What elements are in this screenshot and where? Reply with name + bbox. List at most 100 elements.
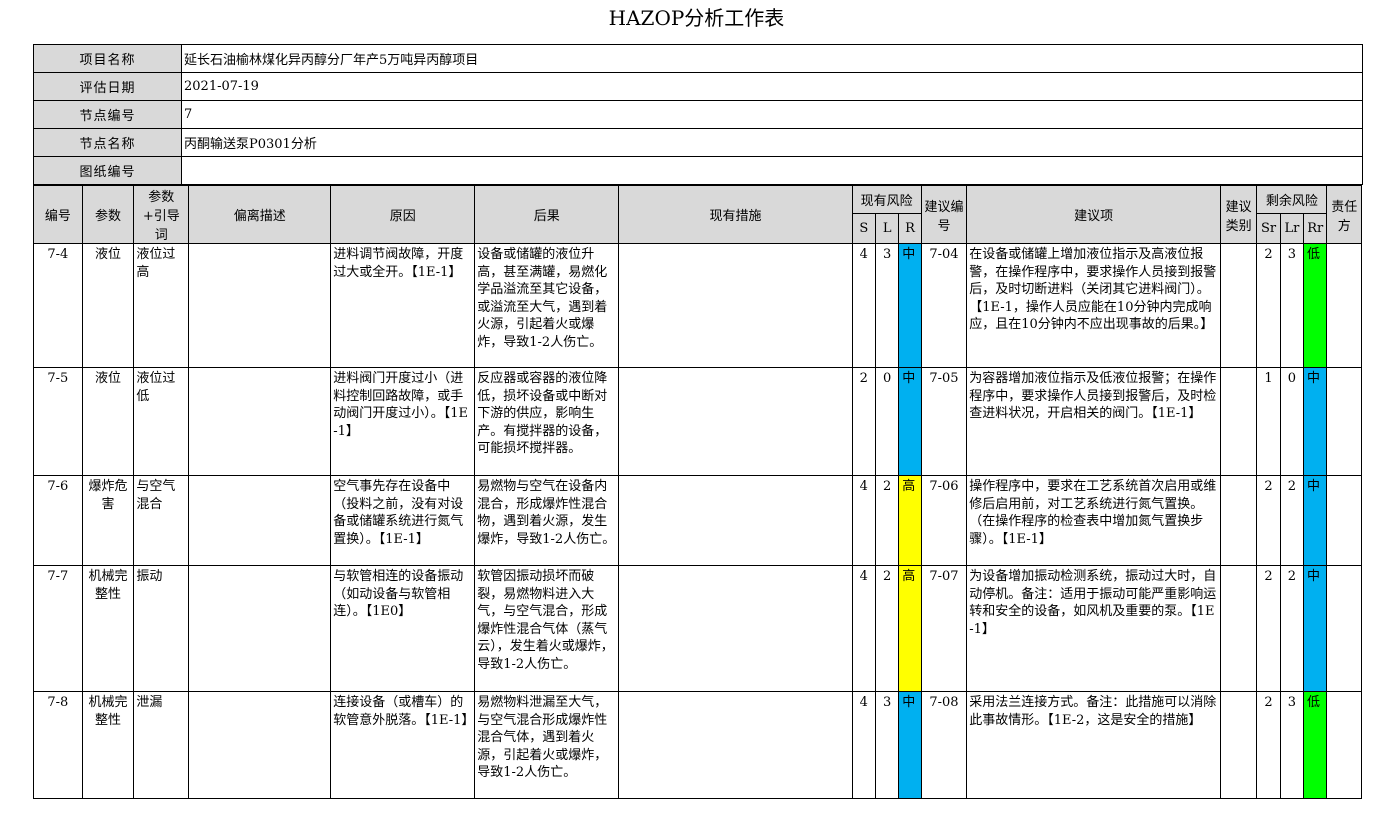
header-residual-risk: 剩余风险 <box>1256 185 1328 214</box>
header-rec: 建议项 <box>966 185 1221 244</box>
row-cause: 与软管相连的设备振动（如动设备与软管相连）。【1E0】 <box>330 565 476 692</box>
project-name-value: 延长石油榆林煤化异丙醇分厂年产5万吨异丙醇项目 <box>181 44 1363 73</box>
row-param: 机械完整性 <box>81 565 135 692</box>
node-name-value: 丙酮输送泵P0301分析 <box>181 128 1363 157</box>
project-name-row: 项目名称 延长石油榆林煤化异丙醇分厂年产5万吨异丙醇项目 <box>33 44 1363 73</box>
row-rec-no: 7-04 <box>920 243 968 368</box>
row-l: 2 <box>874 565 900 692</box>
row-rec-type <box>1219 367 1258 476</box>
row-rec: 为设备增加振动检测系统，振动过大时，自动停机。备注：适用于振动可能严重影响运转和… <box>966 565 1221 692</box>
header-r: R <box>898 212 922 245</box>
header-no: 编号 <box>33 185 83 244</box>
row-rr: 低 <box>1303 243 1328 368</box>
row-l: 3 <box>874 243 900 368</box>
row-rr: 中 <box>1303 475 1328 566</box>
header-lr: Lr <box>1279 212 1305 245</box>
row-s: 4 <box>851 475 876 566</box>
row-l: 0 <box>874 367 900 476</box>
row-rec-no: 7-08 <box>920 691 968 799</box>
row-rr: 中 <box>1303 565 1328 692</box>
row-rec-type <box>1219 475 1258 566</box>
header-deviation: 偏离描述 <box>188 185 332 244</box>
row-consequence: 易燃物料泄漏至大气，与空气混合形成爆炸性混合气体，遇到着火源，引起着火或爆炸，导… <box>474 691 620 799</box>
row-rr: 低 <box>1303 691 1328 799</box>
row-lr: 2 <box>1279 565 1305 692</box>
project-name-label: 项目名称 <box>33 44 182 73</box>
hazop-worksheet-table: 编号 参数 参数+引导词 偏离描述 原因 后果 现有措施 现有风险 建议编号 建… <box>33 185 1362 799</box>
row-no: 7-7 <box>33 565 83 692</box>
row-r: 中 <box>898 367 922 476</box>
row-rec: 操作程序中，要求在工艺系统首次启用或维修后启用前，对工艺系统进行氮气置换。（在操… <box>966 475 1221 566</box>
row-rec-no: 7-07 <box>920 565 968 692</box>
row-consequence: 软管因振动损坏而破裂，易燃物料进入大气，与空气混合，形成爆炸性混合气体（蒸气云）… <box>474 565 620 692</box>
row-sr: 2 <box>1256 691 1281 799</box>
header-consequence: 后果 <box>474 185 620 244</box>
header-sr: Sr <box>1256 212 1281 245</box>
node-name-label: 节点名称 <box>33 128 182 157</box>
row-owner <box>1326 475 1362 566</box>
header-s: S <box>851 212 876 245</box>
header-row-1: 编号 参数 参数+引导词 偏离描述 原因 后果 现有措施 现有风险 建议编号 建… <box>33 185 1362 244</box>
header-current-risk: 现有风险 <box>851 185 922 214</box>
header-l: L <box>874 212 900 245</box>
row-measures <box>618 243 853 368</box>
row-owner <box>1326 691 1362 799</box>
row-rec-no: 7-05 <box>920 367 968 476</box>
header-measures: 现有措施 <box>618 185 853 244</box>
row-rec: 采用法兰连接方式。备注：此措施可以消除此事故情形。【1E-2，这是安全的措施】 <box>966 691 1221 799</box>
table-row: 7-6 爆炸危害 与空气混合 空气事先存在设备中（投料之前，没有对设备或储罐系统… <box>33 475 1362 566</box>
row-s: 4 <box>851 243 876 368</box>
node-no-row: 节点编号 7 <box>33 100 1363 129</box>
row-no: 7-5 <box>33 367 83 476</box>
drawing-no-label: 图纸编号 <box>33 156 182 185</box>
page-title: HAZOP分析工作表 <box>608 6 785 30</box>
drawing-no-row: 图纸编号 <box>33 156 1363 185</box>
row-sr: 2 <box>1256 565 1281 692</box>
row-owner <box>1326 243 1362 368</box>
row-lr: 3 <box>1279 243 1305 368</box>
node-name-row: 节点名称 丙酮输送泵P0301分析 <box>33 128 1363 157</box>
row-rec-no: 7-06 <box>920 475 968 566</box>
row-cause: 进料阀门开度过小（进料控制回路故障，或手动阀门开度过小）。【1E-1】 <box>330 367 476 476</box>
eval-date-label: 评估日期 <box>33 72 182 101</box>
header-cause: 原因 <box>330 185 476 244</box>
row-no: 7-8 <box>33 691 83 799</box>
row-cause: 进料调节阀故障，开度过大或全开。【1E-1】 <box>330 243 476 368</box>
row-rec-type <box>1219 565 1258 692</box>
drawing-no-value <box>181 156 1363 185</box>
row-param: 液位 <box>81 367 135 476</box>
table-row: 7-8 机械完整性 泄漏 连接设备（或槽车）的软管意外脱落。【1E-1】 易燃物… <box>33 691 1362 799</box>
header-rr: Rr <box>1303 212 1328 245</box>
row-r: 高 <box>898 475 922 566</box>
row-consequence: 易燃物与空气在设备内混合，形成爆炸性混合物，遇到着火源，发生爆炸，导致1-2人伤… <box>474 475 620 566</box>
row-r: 高 <box>898 565 922 692</box>
node-no-label: 节点编号 <box>33 100 182 129</box>
row-lr: 0 <box>1279 367 1305 476</box>
row-measures <box>618 367 853 476</box>
row-l: 3 <box>874 691 900 799</box>
header-rec-type: 建议类别 <box>1219 185 1258 244</box>
row-measures <box>618 691 853 799</box>
row-deviation <box>188 367 332 476</box>
row-s: 2 <box>851 367 876 476</box>
row-rec-type <box>1219 243 1258 368</box>
row-cause: 空气事先存在设备中（投料之前，没有对设备或储罐系统进行氮气置换）。【1E-1】 <box>330 475 476 566</box>
row-deviation <box>188 243 332 368</box>
header-param: 参数 <box>81 185 135 244</box>
row-guide: 与空气混合 <box>133 475 190 566</box>
row-sr: 2 <box>1256 243 1281 368</box>
header-rec-no: 建议编号 <box>920 185 968 244</box>
table-row: 7-5 液位 液位过低 进料阀门开度过小（进料控制回路故障，或手动阀门开度过小）… <box>33 367 1362 476</box>
row-guide: 液位过高 <box>133 243 190 368</box>
eval-date-row: 评估日期 2021-07-19 <box>33 72 1363 101</box>
row-param: 机械完整性 <box>81 691 135 799</box>
row-consequence: 反应器或容器的液位降低，损坏设备或中断对下游的供应，影响生产。有搅拌器的设备，可… <box>474 367 620 476</box>
header-owner: 责任方 <box>1326 185 1362 244</box>
row-lr: 3 <box>1279 691 1305 799</box>
row-owner <box>1326 367 1362 476</box>
row-l: 2 <box>874 475 900 566</box>
row-s: 4 <box>851 565 876 692</box>
row-owner <box>1326 565 1362 692</box>
node-no-value: 7 <box>181 100 1363 129</box>
row-deviation <box>188 565 332 692</box>
